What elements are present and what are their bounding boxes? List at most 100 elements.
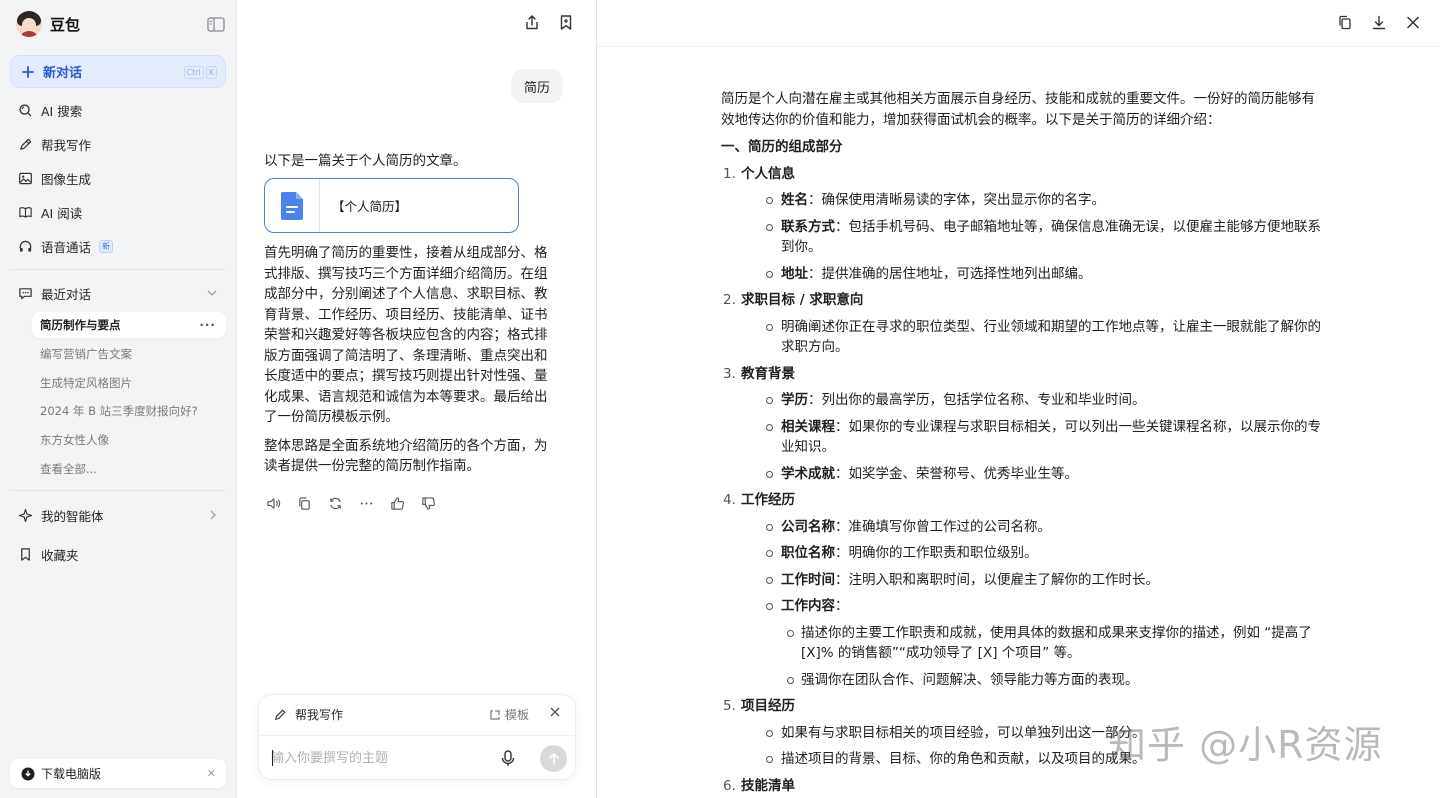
bookmark-add-icon[interactable]	[558, 14, 574, 31]
bullet-item: 公司名称：准确填写你曾工作过的公司名称。	[741, 517, 1321, 538]
speaker-icon[interactable]	[266, 496, 281, 511]
section-title: 求职目标 / 求职意向	[741, 292, 864, 308]
document-section: 4. 工作经历 公司名称：准确填写你曾工作过的公司名称。 职位名称：明确你的工作职责和…	[721, 490, 1321, 690]
bullet-text: ：包括手机号码、电子邮箱地址等，确保信息准确无误，以便雇主能够方便地联系到你。	[781, 218, 1321, 256]
sidebar-divider	[10, 269, 226, 270]
thumbs-up-icon[interactable]	[390, 496, 405, 511]
bullet-text: ：准确填写你曾工作过的公司名称。	[835, 518, 1051, 535]
document-heading: 一、简历的组成部分	[721, 139, 843, 155]
template-icon	[490, 709, 500, 720]
section-title: 教育背景	[741, 365, 795, 382]
recent-item[interactable]: 简历制作与要点 ···	[32, 312, 226, 338]
writing-mode-chip[interactable]: 帮我写作	[273, 706, 343, 723]
chevron-right-icon	[210, 510, 216, 520]
new-chat-button[interactable]: 新对话 Ctrl K	[10, 55, 226, 88]
bullet-item: 姓名：确保使用清晰易读的字体，突出显示你的名字。	[741, 190, 1321, 211]
bullet-item: 学术成就：如奖学金、荣誉称号、优秀毕业生等。	[741, 464, 1321, 485]
microphone-icon[interactable]	[501, 750, 515, 767]
nav-item-writing[interactable]: 帮我写作	[18, 133, 91, 155]
bullet-key: 相关课程	[781, 418, 835, 435]
bullet-item: 相关课程：如果你的专业课程与求职目标相关，可以列出一些关键课程名称，以展示你的专…	[741, 417, 1321, 458]
copy-icon[interactable]	[297, 496, 312, 511]
section-number: 6.	[723, 777, 736, 794]
recent-chats-header[interactable]: 最近对话	[18, 283, 218, 303]
close-icon[interactable]: ✕	[207, 767, 216, 780]
avatar	[16, 11, 42, 37]
document-icon	[281, 191, 303, 220]
bullet-key: 地址	[781, 265, 808, 282]
more-icon[interactable]: ···	[199, 318, 216, 332]
document-card-title: 【个人简历】	[332, 199, 408, 214]
download-icon[interactable]	[1372, 15, 1386, 30]
bullet-text: 明确阐述你正在寻求的职位类型、行业领域和期望的工作地点等，让雇主一眼就能了解你的…	[781, 318, 1321, 356]
nav-item-ai-read[interactable]: AI 阅读	[18, 201, 82, 223]
section-number: 4.	[723, 492, 736, 508]
user-message: 简历	[511, 69, 564, 103]
bullet-key: 职位名称	[781, 545, 835, 561]
document-card[interactable]: 【个人简历】	[264, 178, 519, 233]
nav-item-ai-search[interactable]: AI 搜索	[18, 99, 82, 121]
bullet-text: 描述项目的背景、目标、你的角色和贡献，以及项目的成果。	[781, 751, 1146, 767]
nav-item-favorites[interactable]: 收藏夹	[18, 543, 79, 565]
bullet-key: 公司名称	[781, 518, 835, 535]
document-section: 2. 求职目标 / 求职意向明确阐述你正在寻求的职位类型、行业领域和期望的工作地点…	[721, 290, 1321, 358]
section-number: 2.	[723, 292, 736, 308]
view-all-link[interactable]: 查看全部...	[32, 456, 226, 482]
sparkle-icon	[18, 508, 33, 522]
bullet-item: 工作内容：	[741, 596, 1321, 617]
chat-panel: 简历 以下是一篇关于个人简历的文章。 【个人简历】 首先明确了简历的重要性，接着…	[238, 0, 596, 798]
brand-name: 豆包	[50, 15, 81, 34]
bullet-item: 联系方式：包括手机号码、电子邮箱地址等，确保信息准确无误，以便雇主能够方便地联系…	[741, 217, 1321, 258]
chevron-down-icon	[207, 290, 217, 296]
sidebar-collapse-icon[interactable]	[207, 17, 225, 32]
share-icon[interactable]	[524, 14, 540, 31]
recent-item[interactable]: 编写营销广告文案	[32, 341, 226, 367]
download-desktop-button[interactable]: 下载电脑版 ✕	[10, 759, 226, 788]
more-icon[interactable]	[359, 496, 374, 511]
document-panel: 简历是个人向潜在雇主或其他相关方面展示自身经历、技能和成就的重要文件。一份好的简…	[596, 0, 1440, 798]
nav-item-image-gen[interactable]: 图像生成	[18, 167, 91, 189]
section-title: 项目经历	[741, 698, 795, 714]
bullet-item: 职位名称：明确你的工作职责和职位级别。	[741, 543, 1321, 564]
close-icon[interactable]	[1406, 15, 1420, 30]
template-button[interactable]: 模板	[489, 706, 529, 723]
send-button[interactable]	[540, 745, 567, 772]
recent-item[interactable]: 东方女性人像	[32, 427, 226, 453]
bullet-text: ：列出你的最高学历，包括学位名称、专业和毕业时间。	[808, 392, 1146, 408]
shortcut-hint: Ctrl K	[183, 66, 217, 79]
thumbs-down-icon[interactable]	[421, 496, 436, 511]
bullet-text: ：如奖学金、荣誉称号、优秀毕业生等。	[835, 465, 1078, 482]
bullet-key: 联系方式	[781, 218, 835, 235]
nav-item-voice-call[interactable]: 语音通话 新	[18, 235, 114, 257]
regenerate-icon[interactable]	[328, 496, 343, 511]
plus-icon	[22, 65, 34, 78]
document-toolbar	[597, 0, 1440, 47]
section-title: 技能清单	[741, 777, 795, 794]
sub-bullet-item: 描述你的主要工作职责和成就，使用具体的数据和成果来支撑你的描述，例如 “提高了 …	[741, 623, 1321, 664]
image-icon	[19, 172, 32, 184]
watermark: 知乎 @小R资源	[1108, 723, 1383, 767]
bullet-text: 如果有与求职目标相关的项目经验，可以单独列出这一部分。	[781, 724, 1146, 741]
sidebar-divider	[10, 490, 226, 491]
bullet-item: 学历：列出你的最高学历，包括学位名称、专业和毕业时间。	[741, 390, 1321, 411]
bullet-text: ：确保使用清晰易读的字体，突出显示你的名字。	[808, 192, 1105, 208]
section-number: 5.	[723, 698, 736, 714]
bot-paragraph: 整体思路是全面系统地介绍简历的各个方面，为读者提供一份完整的简历制作指南。	[264, 437, 548, 475]
document-intro: 简历是个人向潜在雇主或其他相关方面展示自身经历、技能和成就的重要文件。一份好的简…	[721, 91, 1315, 128]
bullet-item: 工作时间：注明入职和离职时间，以便雇主了解你的工作时长。	[741, 570, 1321, 591]
sidebar: 豆包 新对话 Ctrl K AI 搜索 帮我写作 图像生成 AI 阅读 语音通话 …	[0, 0, 237, 798]
recent-item[interactable]: 2024 年 B 站三季度财报向好?	[32, 398, 226, 424]
bullet-text: ：如果你的专业课程与求职目标相关，可以列出一些关键课程名称，以展示你的专业知识。	[781, 418, 1321, 456]
topic-input[interactable]	[271, 747, 481, 769]
bullet-text: ：注明入职和离职时间，以便雇主了解你的工作时长。	[835, 571, 1159, 588]
bullet-item: 地址：提供准确的居住地址，可选择性地列出邮编。	[741, 264, 1321, 285]
close-icon[interactable]	[549, 706, 561, 718]
recent-item[interactable]: 生成特定风格图片	[32, 370, 226, 396]
bullet-text: ：提供准确的居住地址，可选择性地列出邮编。	[808, 265, 1092, 282]
copy-icon[interactable]	[1338, 15, 1352, 30]
nav-item-my-agents[interactable]: 我的智能体	[18, 505, 218, 525]
bullet-text: ：明确你的工作职责和职位级别。	[835, 545, 1038, 561]
section-title: 工作经历	[741, 492, 795, 508]
brand[interactable]: 豆包	[16, 11, 80, 37]
section-title: 个人信息	[741, 165, 795, 182]
